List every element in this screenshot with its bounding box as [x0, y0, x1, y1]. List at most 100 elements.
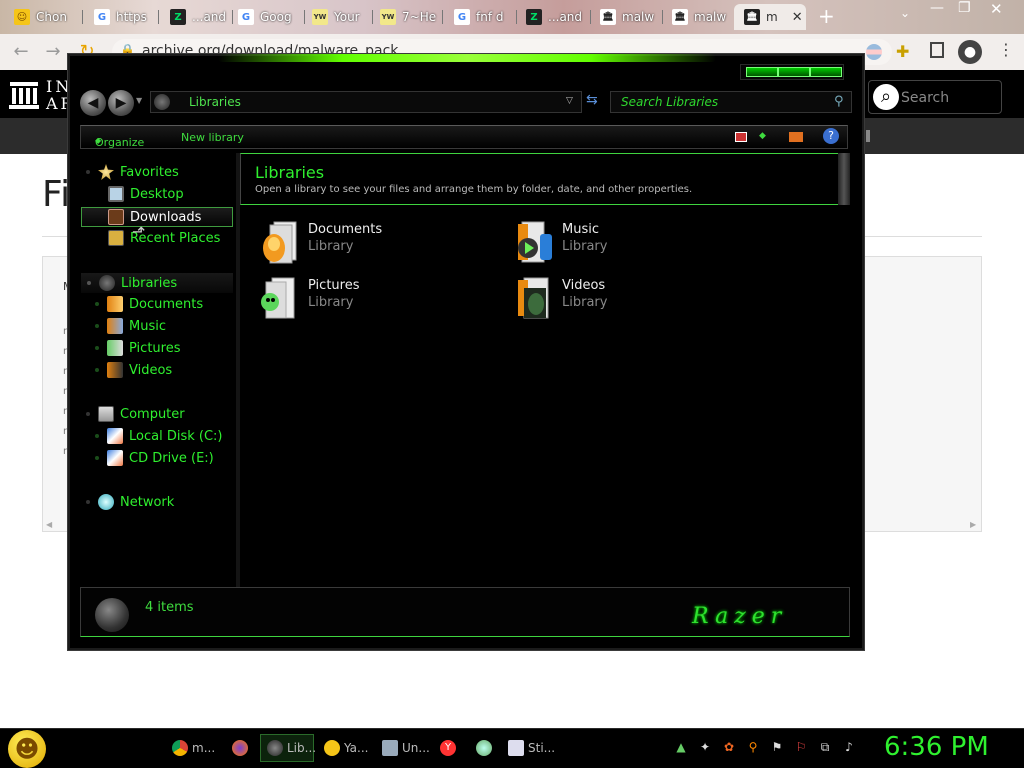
help-icon[interactable]: ? [823, 128, 839, 144]
puzzle-icon[interactable]: ✚ [896, 42, 909, 61]
nav-videos[interactable]: Videos [95, 362, 172, 378]
new-tab-button[interactable]: + [818, 4, 835, 28]
menu-icon[interactable]: ⋮ [998, 40, 1014, 59]
sidebar-icon[interactable] [930, 42, 944, 58]
tab-search-icon[interactable]: ⌄ [900, 6, 910, 20]
header-scrollbar[interactable] [838, 153, 850, 205]
taskbar-item-yahoo[interactable]: Ya... [318, 734, 372, 762]
address-text: Libraries [189, 95, 241, 109]
videos-library-icon [518, 277, 549, 319]
back-arrow-icon[interactable]: ← [10, 41, 32, 63]
extension-icon[interactable] [866, 44, 882, 60]
nav-computer[interactable]: Computer [86, 406, 185, 422]
refresh-icon[interactable]: ⇆ [586, 92, 598, 108]
close-icon[interactable]: ✕ [792, 10, 803, 25]
tab-5[interactable]: YW Your [302, 4, 372, 30]
nav-desktop[interactable]: Desktop [108, 186, 184, 202]
nav-recent-places[interactable]: Recent Places [108, 230, 220, 246]
new-library-button[interactable]: New library [181, 131, 244, 144]
tab-7[interactable]: G fnf d [444, 4, 516, 30]
tab-1[interactable]: ☺ Chon [4, 4, 80, 30]
explorer-address-bar[interactable]: Libraries [150, 91, 582, 113]
recent-pages-icon[interactable]: ▼ [136, 96, 142, 105]
taskbar-item-chrome[interactable]: m... [166, 734, 216, 762]
taskbar-item-app[interactable] [470, 734, 500, 762]
restore-button[interactable]: ❐ [958, 0, 971, 16]
start-button[interactable]: ☻ [8, 730, 46, 768]
tab-3[interactable]: Z ...and [160, 4, 232, 30]
address-dropdown-icon[interactable]: ▽ [566, 96, 573, 106]
tree-dot [95, 346, 99, 350]
scroll-right-icon[interactable]: ▶ [970, 520, 976, 529]
explorer-search-input[interactable]: Search Libraries [610, 91, 852, 113]
search-icon[interactable]: ⚲ [834, 94, 844, 109]
nav-favorites[interactable]: Favorites [86, 164, 179, 180]
documents-library-icon [263, 221, 297, 264]
pane-splitter[interactable] [236, 153, 240, 587]
tab-2[interactable]: G https [84, 4, 156, 30]
view-dropdown-icon[interactable]: ◆ [759, 131, 766, 141]
nav-libraries[interactable]: Libraries [81, 273, 233, 293]
z-icon: Z [526, 9, 542, 25]
library-pictures[interactable]: Pictures Library [260, 276, 490, 324]
recent-places-icon [108, 230, 124, 246]
tray-flag-icon[interactable]: ⚑ [770, 740, 784, 754]
archive-icon: 🏛 [672, 9, 688, 25]
libraries-icon [99, 275, 115, 291]
yw-icon: YW [380, 9, 396, 25]
nav-local-disk[interactable]: Local Disk (C:) [95, 428, 222, 444]
taskbar-item-sticky[interactable]: Sti... [502, 734, 556, 762]
nav-downloads[interactable]: Downloads [81, 207, 233, 227]
taskbar-item-explorer[interactable]: Lib... [260, 734, 316, 762]
notepad-icon [382, 740, 398, 756]
libraries-crumb-icon [154, 94, 170, 110]
tab-8[interactable]: Z ...and [516, 4, 590, 30]
tab-9[interactable]: 🏛 malw [590, 4, 662, 30]
tab-10[interactable]: 🏛 malw [662, 4, 732, 30]
mouse-cursor-icon: ⬏ [132, 222, 146, 241]
nav-cd-drive[interactable]: CD Drive (E:) [95, 450, 214, 466]
window-close-button[interactable]: ✕ [990, 0, 1003, 18]
archive-logo-icon[interactable] [8, 80, 40, 110]
tab-title: Goog [260, 10, 292, 24]
network-tray-icon[interactable]: ⧉ [818, 740, 832, 754]
tab-4[interactable]: G Goog [228, 4, 302, 30]
libraries-description: Open a library to see your files and arr… [255, 184, 693, 195]
tab-6[interactable]: YW 7~He [370, 4, 442, 30]
clock[interactable]: 6:36 PM [884, 732, 989, 762]
explorer-maximize-button[interactable] [778, 67, 810, 77]
library-music[interactable]: Music Library [514, 220, 744, 268]
explorer-forward-button[interactable]: ▶ [108, 90, 134, 116]
desktop-icon [108, 186, 124, 202]
scroll-left-icon[interactable]: ◀ [46, 520, 52, 529]
tray-alert-icon[interactable]: ⚐ [794, 740, 808, 754]
explorer-minimize-button[interactable] [746, 67, 778, 77]
taskbar-item-notepad[interactable]: Un... [376, 734, 430, 762]
view-icon[interactable] [735, 132, 747, 142]
nav-network[interactable]: Network [86, 494, 174, 510]
forward-arrow-icon[interactable]: → [42, 41, 64, 63]
taskbar-item-firefox[interactable] [226, 734, 256, 762]
tab-active[interactable]: 🏛 m ✕ [734, 4, 806, 30]
nav-music[interactable]: Music [95, 318, 166, 334]
explorer-back-button[interactable]: ◀ [80, 90, 106, 116]
explorer-close-button[interactable] [810, 67, 842, 77]
tray-wing-icon[interactable]: ✦ [698, 740, 712, 754]
library-documents[interactable]: Documents Library [260, 220, 490, 268]
tab-title: malw [622, 10, 655, 24]
tab-title: Your [334, 10, 360, 24]
profile-icon[interactable]: ● [958, 40, 982, 64]
minimize-button[interactable]: — [930, 0, 944, 16]
tray-butterfly-icon[interactable]: ✿ [722, 740, 736, 754]
tray-search-icon[interactable]: ⚲ [746, 740, 760, 754]
libraries-large-icon [95, 598, 129, 632]
tab-title: malw [694, 10, 727, 24]
tray-shield-icon[interactable]: ▲ [674, 740, 688, 754]
nav-documents[interactable]: Documents [95, 296, 203, 312]
library-videos[interactable]: Videos Library [514, 276, 744, 324]
taskbar-item-yandex[interactable]: Y [434, 734, 464, 762]
volume-icon[interactable]: ♪ [842, 740, 856, 754]
site-search-input[interactable]: ⌕ Search [868, 80, 1002, 114]
nav-pictures[interactable]: Pictures [95, 340, 180, 356]
preview-pane-icon[interactable] [789, 132, 803, 142]
